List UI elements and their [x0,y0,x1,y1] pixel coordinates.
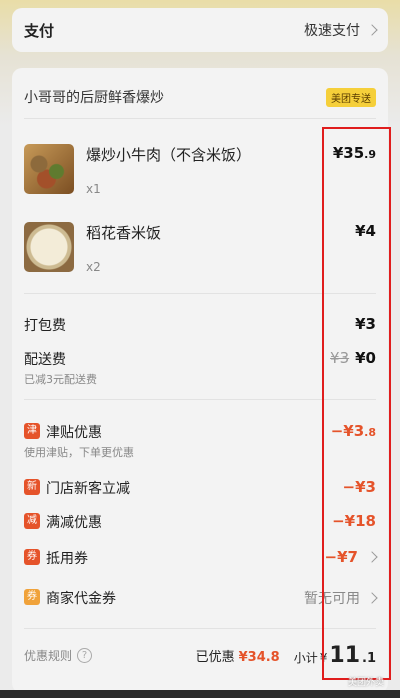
payment-method-value: 极速支付 [304,23,360,39]
rules-label: 优惠规则 [24,648,73,663]
store-name[interactable]: 小哥哥的后厨鲜香爆炒 [24,87,164,107]
fee-note: 已减3元配送费 [24,373,97,386]
item-name: 爆炒小牛肉（不含米饭） [86,146,252,164]
promo-label: 商家代金券 [46,591,116,607]
subtotal-label: 小计 [293,650,318,665]
promo-label: 津贴优惠 [46,425,102,441]
payment-method-selector[interactable]: 极速支付 [304,20,378,40]
bottom-bar [0,690,400,698]
delivery-badge: 美团专送 [326,87,376,107]
store-header: 小哥哥的后厨鲜香爆炒 美团专送 [24,87,376,107]
chevron-right-icon [366,24,378,36]
promo-note: 使用津贴，下单更优惠 [24,446,134,459]
discount-icon: 减 [24,513,40,529]
promo-label: 满减优惠 [46,515,102,531]
voucher-icon: 券 [24,589,40,605]
coupon-icon: 券 [24,549,40,565]
discount-rules-link[interactable]: 优惠规则 ? [24,647,93,664]
help-icon: ? [77,647,93,663]
new-customer-icon: 新 [24,479,40,495]
total-saved: 已优惠 ¥34.8 [196,646,280,665]
saved-label: 已优惠 [195,649,235,665]
price-highlight-box [322,127,391,680]
allowance-icon: 津 [24,423,40,439]
divider [24,118,376,119]
payment-row[interactable]: 支付 极速支付 [12,8,388,52]
promo-label: 抵用券 [46,551,88,567]
saved-amount: ¥34.8 [238,649,280,665]
item-thumbnail [24,144,74,194]
promo-label: 门店新客立减 [46,481,130,497]
fee-label: 打包费 [24,318,66,334]
watermark-logo: 美团外卖 [347,678,384,688]
item-quantity: x1 [86,182,101,196]
item-quantity: x2 [86,260,101,274]
fee-label: 配送费 [24,352,66,368]
item-thumbnail [24,222,74,272]
payment-label: 支付 [24,21,55,40]
item-name: 稻花香米饭 [86,224,162,242]
